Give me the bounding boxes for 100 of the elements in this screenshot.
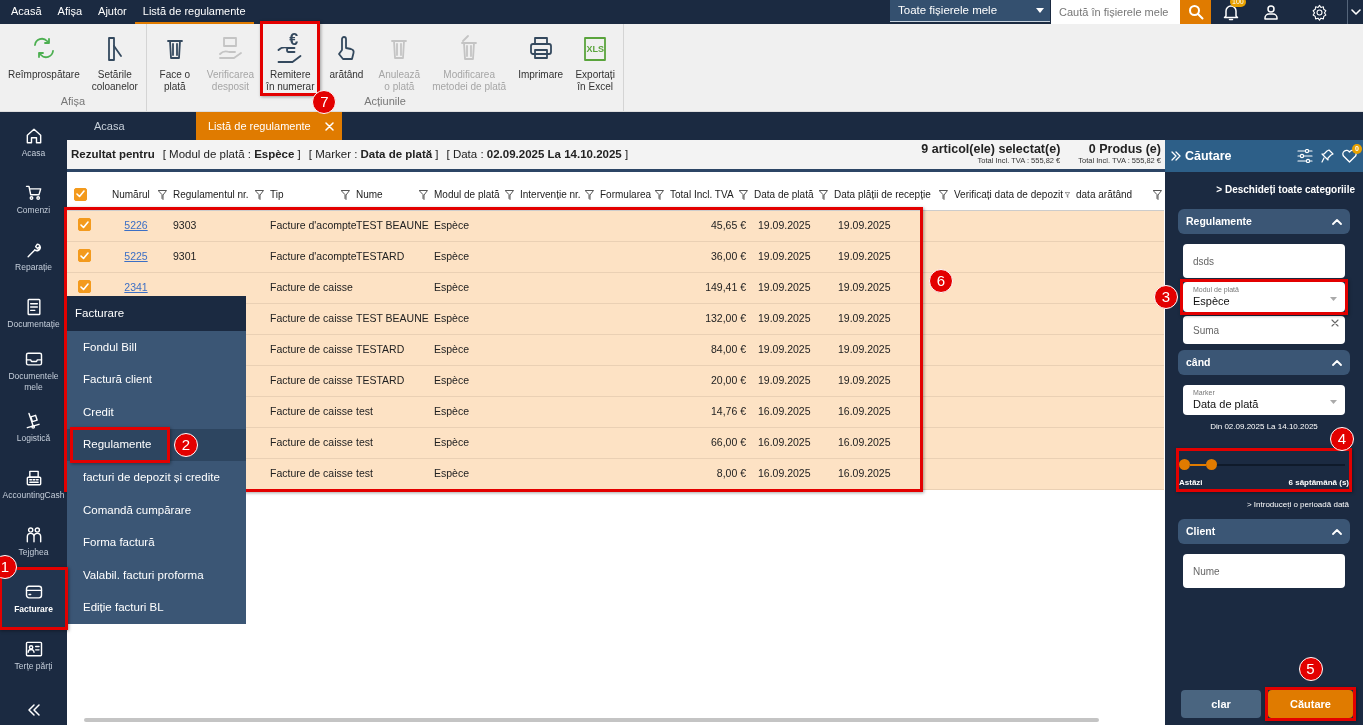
table-cell: 19.09.2025 (758, 249, 811, 262)
table-cell: 16.09.2025 (758, 404, 811, 417)
table-cell: 16.09.2025 (838, 435, 891, 448)
chevron-down-icon[interactable] (1350, 9, 1361, 15)
table-cell: Facture d'acompte (270, 249, 357, 262)
table-cell: Facture d'acompte (270, 218, 357, 231)
table-cell: Espèce (434, 249, 470, 262)
checkbox[interactable] (78, 249, 91, 263)
table-cell: 36,00 € (710, 249, 746, 262)
sidebar-item[interactable]: Comenzi (2, 171, 65, 228)
slider-handle[interactable] (1205, 459, 1217, 470)
search-button[interactable] (1180, 0, 1211, 24)
sidebar-item[interactable]: Acasa (2, 114, 65, 171)
number-link[interactable]: 5226 (124, 218, 148, 231)
toolbar-button[interactable]: XLS Exportați în Excel (572, 24, 619, 93)
filter-icon[interactable] (419, 189, 428, 200)
section-header[interactable]: Regulamente (1178, 209, 1350, 234)
filter-icon[interactable] (1153, 189, 1162, 200)
scrollbar[interactable] (84, 718, 1099, 722)
document-tab[interactable]: Acasa (67, 112, 194, 140)
menu-item[interactable]: Forma factură (67, 526, 246, 560)
filter-icon[interactable] (939, 189, 948, 200)
bell-icon[interactable] (1223, 3, 1239, 21)
menu-item[interactable]: Factură client (67, 363, 246, 397)
menu-item[interactable]: Valabil. facturi proforma (67, 559, 246, 592)
sidebar-item[interactable]: Reparație (2, 228, 65, 285)
menu-item[interactable]: Credit (67, 396, 246, 429)
close-icon[interactable] (324, 121, 334, 131)
table-cell: 9301 (173, 249, 197, 262)
table-cell: 8,00 € (716, 466, 746, 479)
table-cell: 19.09.2025 (758, 373, 811, 386)
table-cell: TEST BEAUNE (356, 311, 429, 324)
pin-icon[interactable] (1321, 149, 1334, 163)
table-cell: 149,41 € (705, 280, 746, 293)
double-chevron-right-icon[interactable] (1171, 151, 1181, 161)
table-cell: 19.09.2025 (758, 311, 811, 324)
sidebar-item[interactable]: Documentație (2, 285, 65, 342)
scope-dropdown[interactable]: Toate fișierele mele (890, 0, 1050, 22)
menu-tab[interactable]: Acasă (3, 0, 50, 24)
sidebar-item[interactable]: Logistică (2, 399, 65, 456)
section-header[interactable]: când (1178, 350, 1350, 375)
column-header: Verificați data de depozit (954, 188, 1063, 203)
filter-icon[interactable] (341, 189, 350, 200)
toolbar-button[interactable]: Setările coloanelor (88, 24, 141, 93)
filter-icon[interactable] (255, 189, 264, 200)
toolbar-button[interactable]: arătând (323, 24, 370, 93)
caret-icon (1330, 400, 1337, 404)
sliders-icon[interactable] (1297, 149, 1313, 163)
table-cell: Espèce (434, 466, 470, 479)
clear-icon[interactable] (1331, 319, 1339, 327)
table-cell: 19.09.2025 (838, 218, 891, 231)
filter-icon[interactable] (585, 189, 594, 200)
input-field[interactable]: Nume (1183, 554, 1345, 588)
menu-tab[interactable]: Afișa (49, 0, 91, 24)
toolbar-button[interactable]: Reîmprospătare (5, 24, 83, 93)
table-cell: Espèce (434, 404, 470, 417)
double-chevron-icon (26, 703, 41, 716)
checkbox[interactable] (78, 280, 91, 294)
section-header[interactable]: Client (1178, 519, 1350, 544)
chevron-up-icon (1332, 528, 1342, 535)
input-field[interactable]: dsds (1183, 244, 1345, 278)
sidebar-item[interactable]: Terțe părți (2, 627, 65, 684)
menu-item[interactable]: Ediție facturi BL (67, 591, 246, 625)
expand-all-link[interactable]: > Deschideți toate categoriile (1165, 172, 1363, 203)
sidebar-item[interactable]: AccountingCash (2, 456, 65, 513)
sidebar-item[interactable]: Documentele mele (2, 342, 65, 399)
filter-summary: [ Data : 02.09.2025 La 14.10.2025 ] (446, 146, 629, 162)
number-link[interactable]: 2341 (124, 280, 148, 293)
filter-icon[interactable] (505, 189, 514, 200)
toolbar-button[interactable]: Imprimare (515, 24, 567, 93)
filter-icon[interactable] (819, 189, 828, 200)
heart-icon[interactable] (1342, 149, 1357, 163)
caret-icon (1036, 8, 1044, 13)
filter-icon[interactable] (655, 189, 664, 200)
date-range-text: Din 02.09.2025 La 14.10.2025 (1209, 421, 1319, 433)
user-icon[interactable] (1263, 4, 1279, 20)
checkbox[interactable] (74, 187, 87, 201)
menu-tab[interactable]: Ajutor (90, 0, 135, 24)
table-cell: TESTARD (356, 342, 405, 355)
filter-icon[interactable] (1064, 189, 1070, 200)
settings-icon[interactable] (1310, 3, 1328, 21)
checkbox[interactable] (78, 218, 91, 232)
period-link[interactable]: > Introduceți o perioadă dată (1179, 499, 1349, 511)
menu-item[interactable]: Comandă cumpărare (67, 493, 246, 527)
filter-icon[interactable] (158, 189, 167, 200)
toolbar-button[interactable]: Face o plată (151, 24, 198, 93)
filter-icon[interactable] (739, 189, 748, 200)
number-link[interactable]: 5225 (124, 249, 148, 262)
slider-handle[interactable] (1179, 459, 1190, 470)
column-header: Modul de plată (434, 188, 500, 203)
table-cell: Facture de caisse (270, 342, 353, 355)
table-cell: Espèce (434, 218, 470, 231)
toolbar-button[interactable]: € Remitere în numerar (263, 24, 318, 93)
clear-button[interactable]: clar (1181, 690, 1261, 718)
input-field[interactable]: Suma (1183, 316, 1345, 344)
column-header: Intervenție nr. (520, 188, 581, 203)
search-field[interactable]: Caută în fișierele mele (1051, 0, 1180, 24)
menu-item[interactable]: Fondul Bill (67, 331, 246, 364)
table-cell: TESTARD (356, 249, 405, 262)
menu-item[interactable]: facturi de depozit și credite (67, 461, 246, 494)
